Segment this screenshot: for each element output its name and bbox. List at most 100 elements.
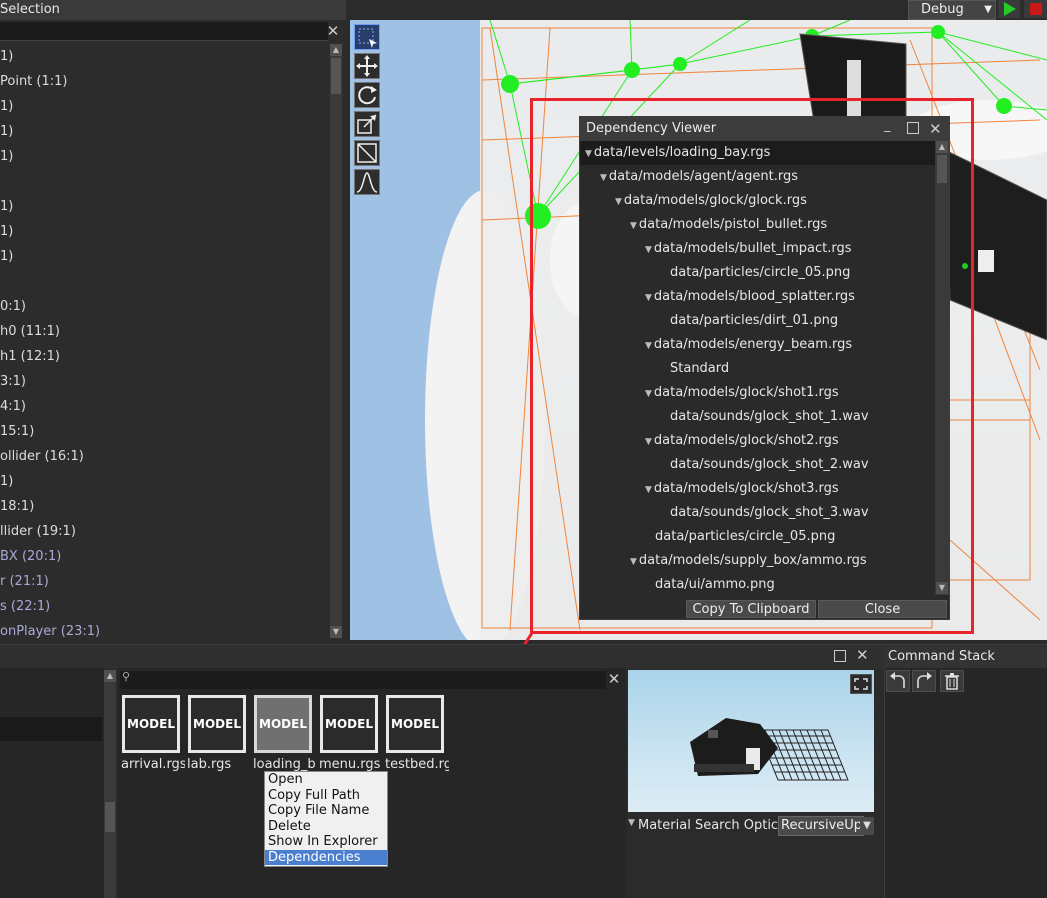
- play-button[interactable]: [998, 0, 1020, 18]
- expand-triangle-icon[interactable]: ▼: [645, 293, 652, 303]
- scroll-thumb[interactable]: [105, 802, 115, 832]
- dependency-tree-row[interactable]: ▼ data/models/pistol_bullet.rgs: [580, 213, 935, 237]
- context-menu-item[interactable]: Delete: [265, 819, 387, 835]
- folder-tree-selected-row[interactable]: [0, 717, 102, 741]
- scale-tool-button[interactable]: [354, 111, 380, 137]
- dependency-tree-row[interactable]: data/sounds/glock_shot_3.wav: [580, 501, 935, 525]
- dependency-tree-row[interactable]: ▼ data/models/blood_splatter.rgs: [580, 285, 935, 309]
- dependency-tree-row[interactable]: ▼ data/levels/loading_bay.rgs: [580, 141, 935, 165]
- hierarchy-item[interactable]: Point (1:1): [0, 69, 328, 94]
- asset-file-label[interactable]: loading_b: [253, 757, 317, 772]
- clear-search-icon[interactable]: ✕: [606, 672, 622, 688]
- hierarchy-item[interactable]: h0 (11:1): [0, 319, 328, 344]
- asset-search-input[interactable]: ⚲: [120, 670, 606, 689]
- dependency-tree-row[interactable]: ▼ data/models/supply_box/ammo.rgs: [580, 549, 935, 573]
- hierarchy-item[interactable]: 1): [0, 119, 328, 144]
- close-icon[interactable]: ✕: [856, 646, 869, 664]
- scroll-thumb[interactable]: [331, 58, 341, 94]
- scroll-thumb[interactable]: [937, 155, 947, 183]
- dependency-tree-row[interactable]: ▼ data/models/glock/shot3.rgs: [580, 477, 935, 501]
- scroll-up-icon[interactable]: ▲: [104, 670, 116, 682]
- context-menu-item[interactable]: Copy Full Path: [265, 788, 387, 804]
- context-menu-item[interactable]: Open: [265, 772, 387, 788]
- bounds-tool-button[interactable]: [354, 140, 380, 166]
- expand-triangle-icon[interactable]: ▼: [645, 341, 652, 351]
- close-button[interactable]: Close: [818, 600, 947, 618]
- dependency-scrollbar[interactable]: ▲ ▼: [935, 141, 949, 595]
- hierarchy-item[interactable]: 1): [0, 244, 328, 269]
- material-search-select[interactable]: RecursiveUp: [778, 816, 864, 836]
- dependency-tree-row[interactable]: data/particles/circle_05.png: [580, 261, 935, 285]
- asset-file-label[interactable]: testbed.rg: [385, 757, 449, 772]
- minimize-icon[interactable]: _: [884, 114, 891, 138]
- hierarchy-item[interactable]: 15:1): [0, 419, 328, 444]
- hierarchy-item[interactable]: 3:1): [0, 369, 328, 394]
- asset-thumbnail[interactable]: MODEL: [188, 695, 246, 753]
- maximize-icon[interactable]: [834, 650, 846, 662]
- hierarchy-item[interactable]: 0:1): [0, 294, 328, 319]
- select-tool-button[interactable]: [354, 24, 380, 50]
- context-menu-item[interactable]: Dependencies: [265, 849, 387, 865]
- expand-triangle-icon[interactable]: ▼: [628, 818, 635, 828]
- asset-thumbnail[interactable]: MODEL: [386, 695, 444, 753]
- expand-triangle-icon[interactable]: ▼: [630, 557, 637, 567]
- redo-button[interactable]: [912, 670, 936, 692]
- hierarchy-item[interactable]: r (21:1): [0, 569, 328, 594]
- fullscreen-button[interactable]: [850, 674, 872, 694]
- dependency-tree-row[interactable]: data/particles/circle_05.png: [580, 525, 935, 549]
- hierarchy-item[interactable]: BX (20:1): [0, 544, 328, 569]
- expand-triangle-icon[interactable]: ▼: [600, 173, 607, 183]
- dependency-tree-row[interactable]: ▼ data/models/agent/agent.rgs: [580, 165, 935, 189]
- asset-thumbnail[interactable]: MODEL: [320, 695, 378, 753]
- expand-triangle-icon[interactable]: ▼: [645, 389, 652, 399]
- context-menu-item[interactable]: Copy File Name: [265, 803, 387, 819]
- dependency-viewer-titlebar[interactable]: Dependency Viewer _ ✕: [580, 117, 949, 141]
- hierarchy-item[interactable]: 1): [0, 144, 328, 169]
- hierarchy-item[interactable]: 1): [0, 194, 328, 219]
- hierarchy-item[interactable]: llider (19:1): [0, 519, 328, 544]
- hierarchy-item[interactable]: onPlayer (23:1): [0, 619, 328, 640]
- hierarchy-item[interactable]: 18:1): [0, 494, 328, 519]
- scroll-up-icon[interactable]: ▲: [936, 141, 948, 153]
- hierarchy-item[interactable]: 1): [0, 469, 328, 494]
- expand-triangle-icon[interactable]: ▼: [585, 149, 592, 159]
- dependency-tree-row[interactable]: Standard: [580, 357, 935, 381]
- expand-triangle-icon[interactable]: ▼: [615, 197, 622, 207]
- asset-file-label[interactable]: menu.rgs: [319, 757, 383, 772]
- hierarchy-item[interactable]: 1): [0, 219, 328, 244]
- hierarchy-item[interactable]: s (22:1): [0, 594, 328, 619]
- dependency-tree-row[interactable]: data/particles/dirt_01.png: [580, 309, 935, 333]
- dependency-tree-row[interactable]: data/sounds/glock_shot_1.wav: [580, 405, 935, 429]
- expand-triangle-icon[interactable]: ▼: [645, 245, 652, 255]
- dependency-tree-row[interactable]: ▼ data/models/glock/shot2.rgs: [580, 429, 935, 453]
- hierarchy-item[interactable]: 4:1): [0, 394, 328, 419]
- clear-search-icon[interactable]: ✕: [325, 24, 341, 40]
- hierarchy-item[interactable]: [0, 269, 328, 294]
- chevron-down-icon[interactable]: ▼: [860, 817, 874, 835]
- hierarchy-item[interactable]: 1): [0, 94, 328, 119]
- scroll-up-icon[interactable]: ▲: [330, 44, 342, 56]
- dependency-tree-row[interactable]: ▼ data/models/bullet_impact.rgs: [580, 237, 935, 261]
- hierarchy-item[interactable]: 1): [0, 44, 328, 69]
- asset-thumbnail[interactable]: MODEL: [122, 695, 180, 753]
- dependency-tree-row[interactable]: ▼ data/models/glock/shot1.rgs: [580, 381, 935, 405]
- copy-to-clipboard-button[interactable]: Copy To Clipboard: [686, 600, 816, 618]
- folder-scrollbar[interactable]: ▲: [104, 670, 116, 898]
- context-menu-item[interactable]: Show In Explorer: [265, 834, 387, 850]
- scroll-down-icon[interactable]: ▼: [330, 626, 342, 638]
- asset-file-label[interactable]: arrival.rgs: [121, 757, 185, 772]
- expand-triangle-icon[interactable]: ▼: [645, 437, 652, 447]
- hierarchy-item[interactable]: [0, 169, 328, 194]
- dependency-tree-row[interactable]: data/sounds/glock_shot_2.wav: [580, 453, 935, 477]
- hierarchy-scrollbar[interactable]: ▲ ▼: [330, 44, 342, 638]
- dependency-tree-row[interactable]: ▼ data/models/energy_beam.rgs: [580, 333, 935, 357]
- rotate-tool-button[interactable]: [354, 82, 380, 108]
- stop-button[interactable]: [1024, 0, 1047, 18]
- curve-tool-button[interactable]: [354, 169, 380, 195]
- asset-thumbnail[interactable]: MODEL: [254, 695, 312, 753]
- scroll-down-icon[interactable]: ▼: [936, 582, 948, 594]
- move-tool-button[interactable]: [354, 53, 380, 79]
- build-config-select[interactable]: Debug ▼: [908, 0, 996, 20]
- clear-history-button[interactable]: [940, 670, 964, 692]
- expand-triangle-icon[interactable]: ▼: [645, 485, 652, 495]
